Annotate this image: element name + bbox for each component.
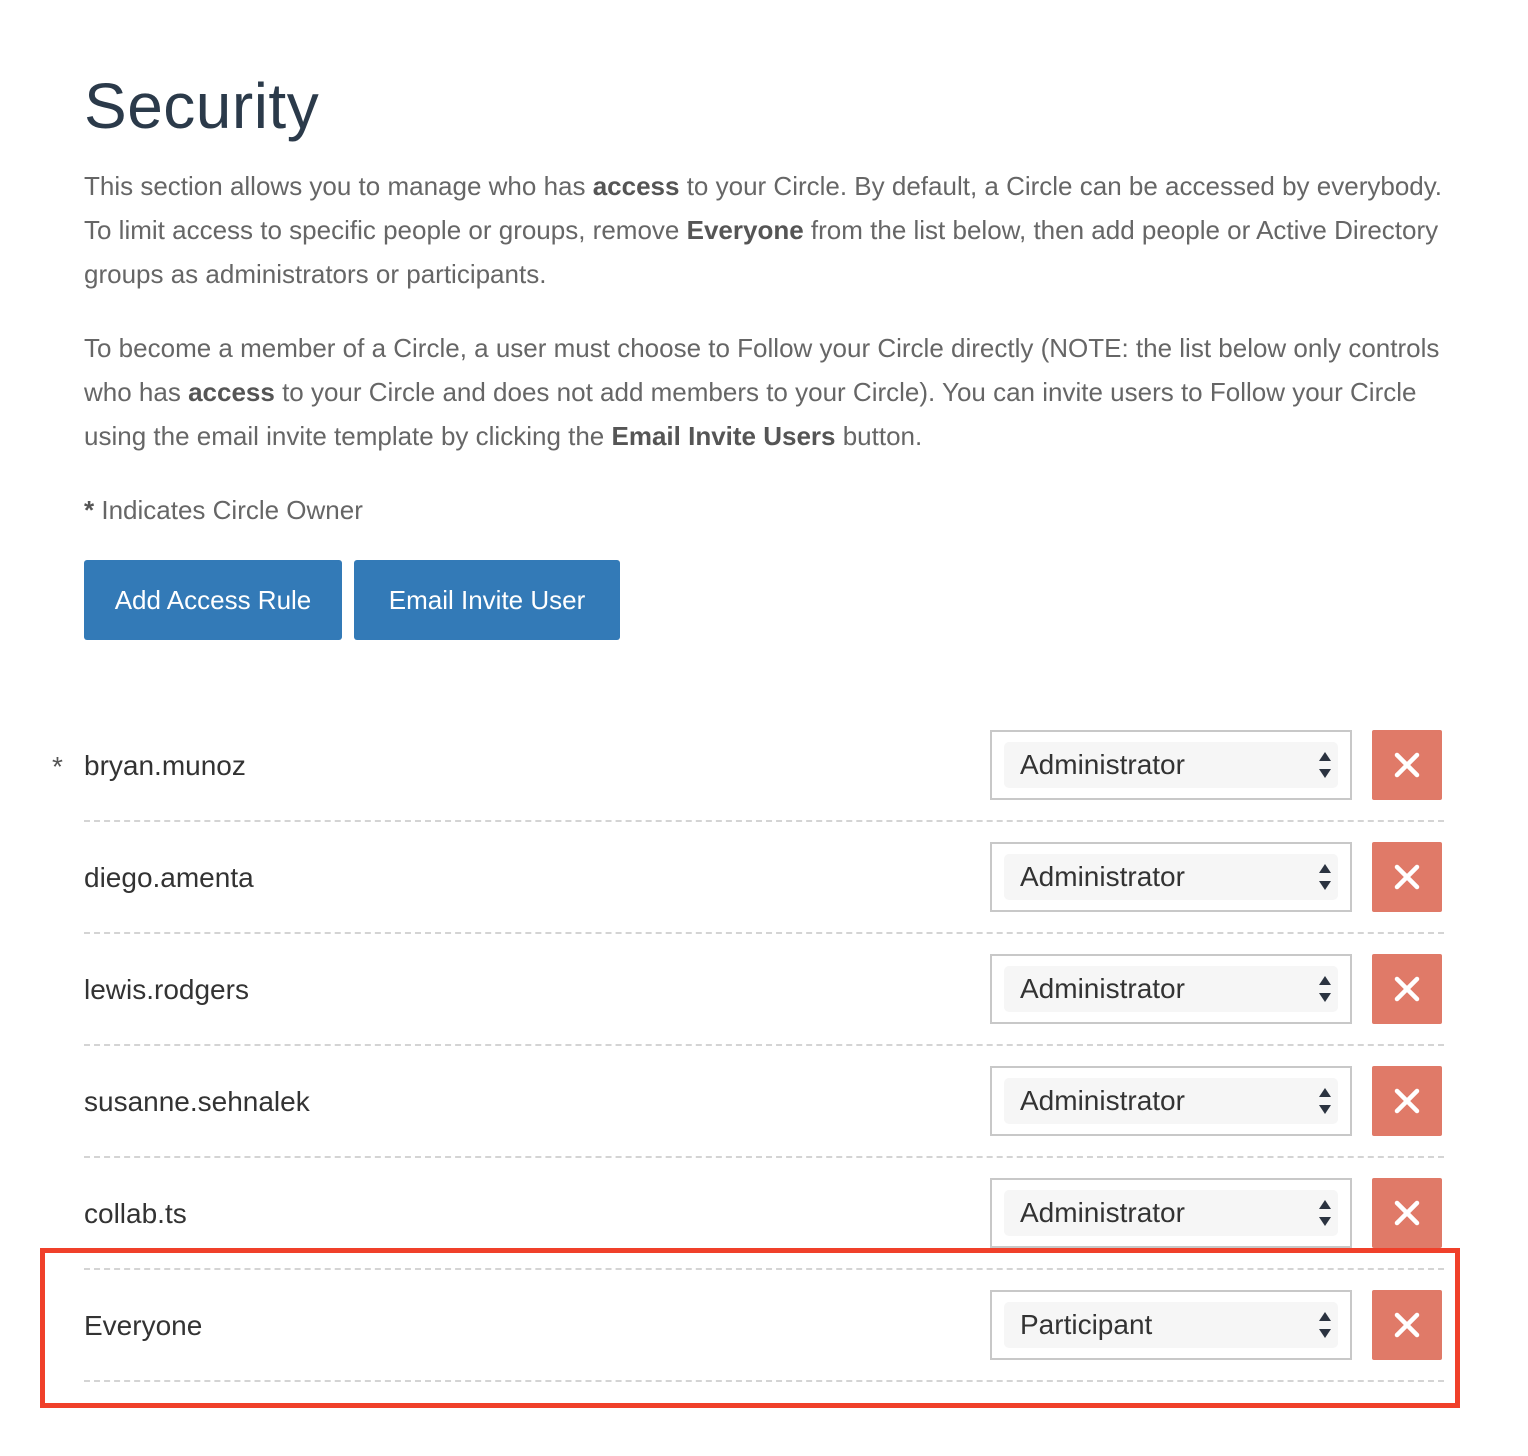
access-rule-row-bryan-munoz: * bryan.munoz Administrator	[52, 710, 1444, 822]
updown-arrows-icon	[1319, 864, 1331, 890]
intro-paragraph-1: This section allows you to manage who ha…	[84, 164, 1444, 296]
add-access-rule-button[interactable]: Add Access Rule	[84, 560, 342, 640]
role-select-value: Administrator	[1020, 973, 1185, 1004]
close-icon	[1394, 1088, 1420, 1114]
email-invite-user-button[interactable]: Email Invite User	[354, 560, 620, 640]
role-select-inner: Administrator	[1004, 854, 1338, 900]
rule-name: lewis.rodgers	[84, 974, 249, 1005]
updown-arrows-icon	[1319, 1200, 1331, 1226]
intro-paragraph-2: To become a member of a Circle, a user m…	[84, 326, 1444, 458]
updown-arrows-icon	[1319, 1088, 1331, 1114]
role-select-value: Administrator	[1020, 861, 1185, 892]
updown-arrows-icon	[1319, 752, 1331, 778]
remove-rule-button[interactable]	[1372, 730, 1442, 800]
rule-name: bryan.munoz	[84, 750, 246, 781]
rule-name: collab.ts	[84, 1198, 187, 1229]
role-select-value: Administrator	[1020, 1197, 1185, 1228]
remove-rule-button[interactable]	[1372, 1066, 1442, 1136]
remove-rule-button[interactable]	[1372, 1178, 1442, 1248]
role-select-value: Administrator	[1020, 1085, 1185, 1116]
role-select[interactable]: Participant	[990, 1290, 1352, 1360]
role-select[interactable]: Administrator	[990, 842, 1352, 912]
access-rule-row-collab-ts: collab.ts Administrator	[84, 1158, 1444, 1270]
role-select[interactable]: Administrator	[990, 954, 1352, 1024]
action-buttons: Add Access Rule Email Invite User	[84, 560, 620, 640]
close-icon	[1394, 1200, 1420, 1226]
role-select[interactable]: Administrator	[990, 730, 1352, 800]
owner-star: *	[52, 751, 63, 782]
owner-note-text: Indicates Circle Owner	[94, 495, 363, 525]
intro-text: This section allows you to manage who ha…	[84, 171, 593, 201]
updown-arrows-icon	[1319, 976, 1331, 1002]
role-select-inner: Participant	[1004, 1302, 1338, 1348]
intro-bold-access: access	[592, 171, 680, 201]
remove-rule-button[interactable]	[1372, 954, 1442, 1024]
access-rules-list: * bryan.munoz Administrator diego.amenta…	[52, 710, 1444, 1382]
intro-bold-email-invite-users: Email Invite Users	[611, 421, 836, 451]
close-icon	[1394, 864, 1420, 890]
owner-note: * Indicates Circle Owner	[84, 488, 363, 532]
role-select-inner: Administrator	[1004, 1190, 1338, 1236]
remove-rule-button[interactable]	[1372, 1290, 1442, 1360]
role-select[interactable]: Administrator	[990, 1066, 1352, 1136]
access-rule-row-diego-amenta: diego.amenta Administrator	[84, 822, 1444, 934]
intro-text: button.	[835, 421, 923, 451]
owner-note-star: *	[84, 495, 95, 525]
close-icon	[1394, 976, 1420, 1002]
intro-bold-everyone: Everyone	[686, 215, 804, 245]
page-title: Security	[84, 70, 320, 142]
access-rule-row-lewis-rodgers: lewis.rodgers Administrator	[84, 934, 1444, 1046]
rule-name: susanne.sehnalek	[84, 1086, 310, 1117]
access-rule-row-susanne-sehnalek: susanne.sehnalek Administrator	[84, 1046, 1444, 1158]
role-select[interactable]: Administrator	[990, 1178, 1352, 1248]
close-icon	[1394, 752, 1420, 778]
remove-rule-button[interactable]	[1372, 842, 1442, 912]
role-select-inner: Administrator	[1004, 966, 1338, 1012]
updown-arrows-icon	[1319, 1312, 1331, 1338]
role-select-inner: Administrator	[1004, 1078, 1338, 1124]
intro-bold-access: access	[188, 377, 275, 407]
rule-name: diego.amenta	[84, 862, 254, 893]
access-rule-row-everyone: Everyone Participant	[84, 1270, 1444, 1382]
role-select-value: Administrator	[1020, 749, 1185, 780]
close-icon	[1394, 1312, 1420, 1338]
role-select-inner: Administrator	[1004, 742, 1338, 788]
role-select-value: Participant	[1020, 1309, 1153, 1340]
rule-name: Everyone	[84, 1310, 203, 1341]
